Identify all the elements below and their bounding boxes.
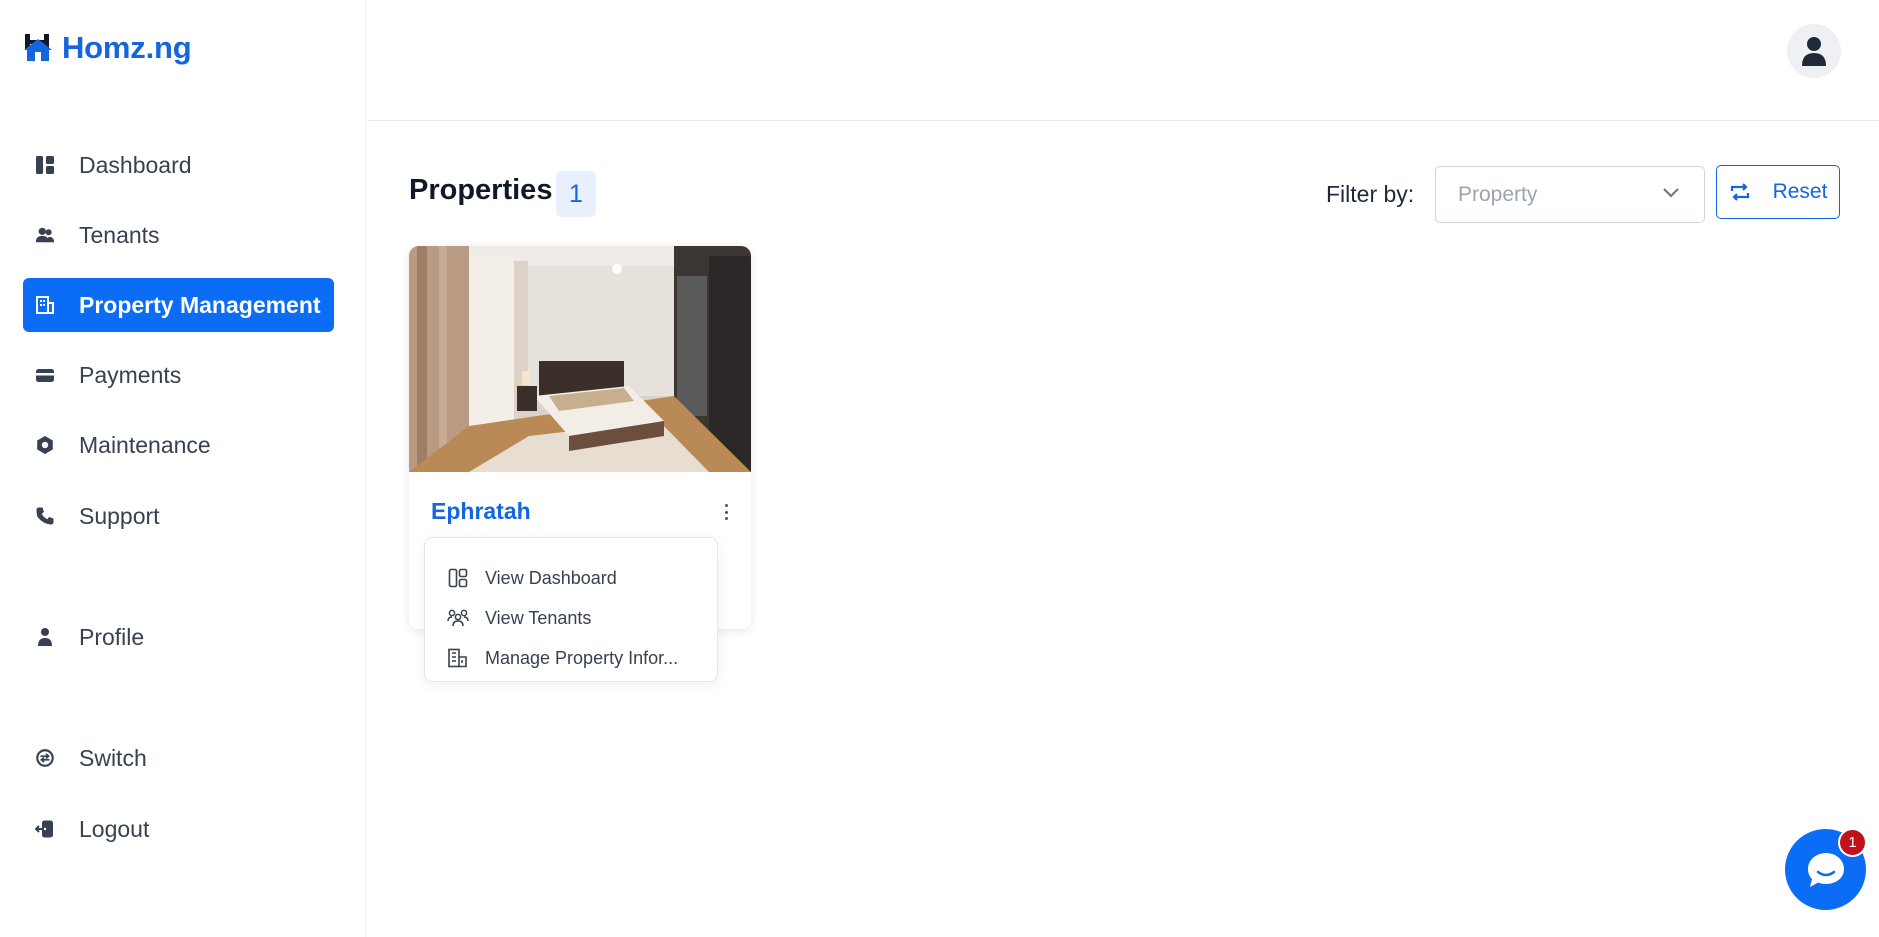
sidebar-item-logout[interactable]: Logout: [23, 802, 334, 856]
sidebar-item-tenants[interactable]: Tenants: [23, 208, 334, 262]
building-icon: [35, 295, 55, 315]
sidebar-item-label: Tenants: [79, 221, 160, 248]
sidebar-item-label: Profile: [79, 623, 145, 650]
reset-button-label: Reset: [1772, 180, 1828, 203]
chat-notification-badge: 1: [1838, 828, 1867, 857]
more-vertical-icon[interactable]: [719, 502, 733, 522]
sidebar-item-support[interactable]: Support: [23, 489, 334, 543]
property-count-badge: 1: [556, 171, 596, 217]
switch-icon: [35, 748, 55, 768]
users-outline-icon: [447, 607, 469, 629]
sidebar-item-label: Logout: [79, 815, 150, 842]
filter-select-placeholder: Property: [1458, 182, 1538, 206]
sidebar-item-switch[interactable]: Switch: [23, 731, 334, 785]
menu-item-label: View Dashboard: [485, 567, 617, 588]
sidebar-item-profile[interactable]: Profile: [23, 610, 334, 664]
chevron-down-icon: [1663, 188, 1679, 198]
dashboard-outline-icon: [447, 567, 469, 589]
wallet-icon: [35, 365, 55, 385]
sidebar-item-maintenance[interactable]: Maintenance: [23, 418, 334, 472]
dashboard-icon: [35, 155, 55, 175]
menu-item-manage-property-info[interactable]: Manage Property Infor...: [425, 638, 717, 678]
property-actions-menu: View Dashboard View Tenants Manage Prope…: [424, 537, 718, 682]
sidebar-item-label: Maintenance: [79, 431, 211, 458]
gear-icon: [35, 435, 55, 455]
brand-name: Homz.ng: [62, 30, 192, 65]
sidebar-item-label: Payments: [79, 361, 182, 388]
sidebar-item-dashboard[interactable]: Dashboard: [23, 138, 334, 192]
property-name[interactable]: Ephratah: [431, 498, 531, 525]
menu-item-view-tenants[interactable]: View Tenants: [425, 598, 717, 638]
sidebar-item-label: Support: [79, 502, 160, 529]
top-header: [367, 0, 1879, 121]
person-icon: [35, 627, 55, 647]
users-icon: [35, 225, 55, 245]
logout-icon: [35, 819, 55, 839]
filter-label: Filter by:: [1326, 181, 1415, 207]
menu-item-view-dashboard[interactable]: View Dashboard: [425, 558, 717, 598]
chat-bubble-icon: [1807, 852, 1844, 887]
sidebar-item-label: Dashboard: [79, 151, 192, 178]
building-outline-icon: [447, 647, 469, 669]
phone-icon: [35, 506, 55, 526]
reset-button[interactable]: Reset: [1716, 165, 1840, 219]
sidebar-item-label: Property Management: [79, 291, 321, 318]
brand-logo[interactable]: Homz.ng: [22, 30, 192, 66]
menu-item-label: Manage Property Infor...: [485, 647, 679, 668]
person-icon: [1802, 37, 1826, 66]
refresh-icon: [1730, 183, 1749, 201]
property-filter-select[interactable]: Property: [1435, 166, 1705, 223]
sidebar-item-payments[interactable]: Payments: [23, 348, 334, 402]
user-avatar[interactable]: [1787, 24, 1841, 78]
sidebar-item-label: Switch: [79, 744, 147, 771]
sidebar-item-property-management[interactable]: Property Management: [23, 278, 334, 332]
bedroom-photo: [409, 246, 751, 472]
house-logo-icon: [24, 34, 52, 61]
menu-item-label: View Tenants: [485, 607, 592, 628]
page-title: Properties: [409, 174, 553, 206]
sidebar: Homz.ng Dashboard Tenants Property Manag…: [0, 0, 366, 937]
